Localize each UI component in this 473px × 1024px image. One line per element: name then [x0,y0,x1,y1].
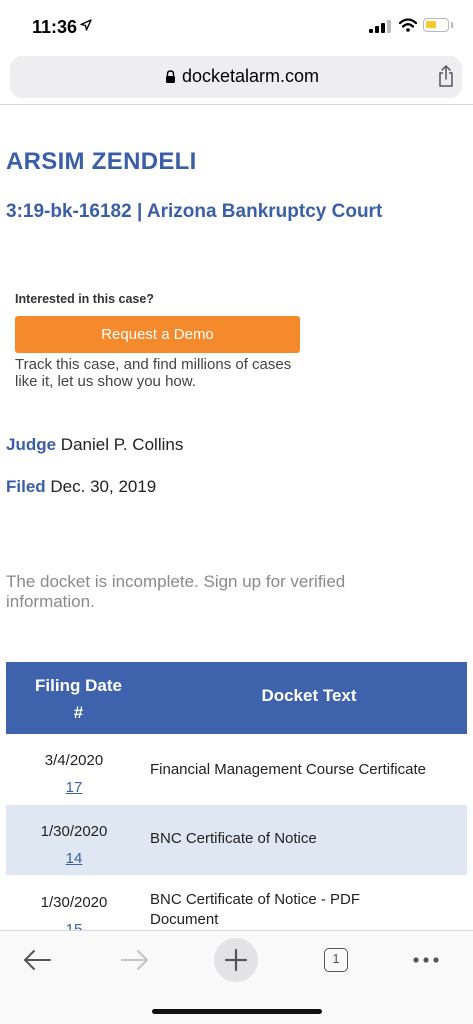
battery-icon [423,18,449,32]
number-header-label: # [73,703,84,722]
docket-number-link[interactable]: 17 [6,779,142,796]
track-case-text: Track this case, and find millions of ca… [15,356,292,390]
docket-table-header: Filing Date # Docket Text [6,662,467,734]
wifi-icon [399,18,417,32]
new-tab-icon [224,948,248,972]
table-row[interactable]: 1/30/2020 15 BNC Certificate of Notice -… [6,876,467,930]
url-text[interactable]: docketalarm.com [182,66,319,87]
filing-date: 1/30/2020 [40,894,108,911]
more-icon[interactable] [412,956,440,964]
incomplete-notice: The docket is incomplete. Sign up for ve… [6,572,346,611]
case-subtitle: 3:19-bk-16182 | Arizona Bankruptcy Court [6,201,383,222]
judge-value: Daniel P. Collins [60,435,184,454]
status-time: 11:36 [32,17,78,37]
judge-field: Judge Daniel P. Collins [6,435,183,455]
signal-icon [369,20,391,33]
docket-text[interactable]: BNC Certificate of Notice - PDF Document [150,876,410,930]
filed-value: Dec. 30, 2019 [50,477,157,496]
address-bar[interactable]: docketalarm.com [10,56,462,98]
date-cell: 1/30/2020 15 [6,876,142,930]
location-arrow-icon [80,19,92,31]
interested-label: Interested in this case? [15,292,154,306]
tabs-icon[interactable]: 1 [324,948,348,972]
filed-label: Filed [6,477,46,496]
new-tab-button[interactable] [214,938,258,982]
docket-text[interactable]: BNC Certificate of Notice [150,805,467,849]
status-bar: 11:36 [0,0,473,54]
filing-date: 1/30/2020 [40,823,108,840]
docket-text-header[interactable]: Docket Text [151,686,467,706]
home-indicator [152,1009,322,1014]
table-row[interactable]: 1/30/2020 14 BNC Certificate of Notice [6,805,467,875]
forward-arrow-icon[interactable] [120,949,150,971]
header-divider [0,104,473,105]
lock-icon [166,70,175,83]
judge-label: Judge [6,435,57,454]
docket-number-link[interactable]: 14 [6,850,142,867]
date-cell: 3/4/2020 17 [6,734,142,796]
filing-date: 3/4/2020 [44,752,104,769]
filing-date-header-label: Filing Date [35,676,122,695]
date-cell: 1/30/2020 14 [6,805,142,867]
docket-number-link[interactable]: 15 [6,921,142,930]
request-demo-button[interactable]: Request a Demo [15,316,300,353]
back-arrow-icon[interactable] [22,949,52,971]
case-title: ARSIM ZENDELI [6,148,197,175]
table-row[interactable]: 3/4/2020 17 Financial Management Course … [6,734,467,804]
share-icon[interactable] [437,64,455,88]
filed-field: Filed Dec. 30, 2019 [6,477,156,497]
filing-date-header[interactable]: Filing Date # [6,672,151,726]
docket-text[interactable]: Financial Management Course Certificate [150,734,467,780]
